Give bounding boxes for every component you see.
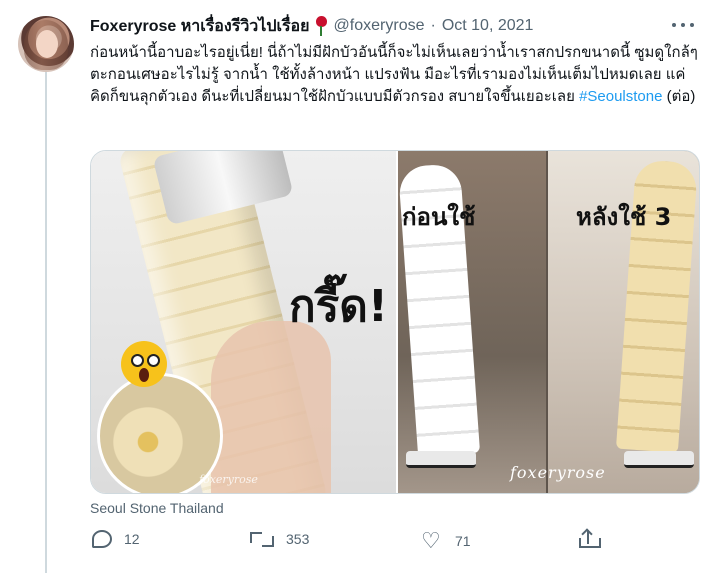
overlay-scream-text: กรี๊ด! — [289, 281, 388, 332]
watermark-right: foxeryrose — [510, 463, 606, 482]
like-count: 71 — [455, 533, 471, 549]
tweet: Foxeryrose หาเรื่องรีวิวไปเรื่อย @foxery… — [0, 0, 720, 573]
tweet-date[interactable]: Oct 10, 2021 — [442, 17, 534, 35]
after-label: หลังใช้ 3 — [576, 203, 672, 231]
reply-button[interactable]: 12 — [92, 530, 140, 548]
shocked-face-icon — [121, 341, 167, 387]
separator: · — [430, 17, 436, 34]
tweet-suffix: (ต่อ) — [662, 88, 696, 105]
media-caption[interactable]: Seoul Stone Thailand — [90, 500, 224, 516]
avatar[interactable] — [18, 16, 74, 72]
like-button[interactable]: ♡ 71 — [421, 530, 471, 552]
tweet-text: ก่อนหน้านี้อาบอะไรอยู่เนี่ย! นี่ถ้าไม่มี… — [90, 42, 702, 108]
media-grid[interactable]: กรี๊ด! foxeryrose ก่อนใช้ หลังใช้ 3 foxe… — [90, 150, 700, 494]
action-bar: 12 353 ♡ 71 — [90, 528, 610, 560]
rose-icon — [314, 16, 328, 36]
more-options-icon[interactable] — [672, 16, 694, 34]
media-image-left[interactable]: กรี๊ด! foxeryrose — [91, 151, 396, 493]
thread-line — [45, 72, 47, 573]
hashtag-link[interactable]: #Seoulstone — [579, 88, 662, 105]
retweet-button[interactable]: 353 — [250, 530, 309, 548]
before-label: ก่อนใช้ — [402, 203, 476, 231]
clean-filter-base — [406, 451, 476, 468]
share-icon — [579, 528, 601, 548]
tweet-header: Foxeryrose หาเรื่องรีวิวไปเรื่อย @foxery… — [90, 14, 533, 38]
used-filter-base — [624, 451, 694, 468]
watermark-left: foxeryrose — [199, 473, 258, 486]
handle[interactable]: @foxeryrose — [334, 17, 425, 35]
heart-icon: ♡ — [421, 528, 441, 553]
media-image-right[interactable]: ก่อนใช้ หลังใช้ 3 foxeryrose — [398, 151, 699, 493]
retweet-icon — [250, 530, 274, 548]
reply-count: 12 — [124, 531, 140, 547]
display-name[interactable]: Foxeryrose หาเรื่องรีวิวไปเรื่อย — [90, 14, 310, 39]
avatar-face — [36, 30, 58, 58]
share-button[interactable] — [579, 528, 601, 548]
hand — [211, 321, 331, 493]
retweet-count: 353 — [286, 531, 310, 547]
reply-icon — [92, 530, 112, 548]
